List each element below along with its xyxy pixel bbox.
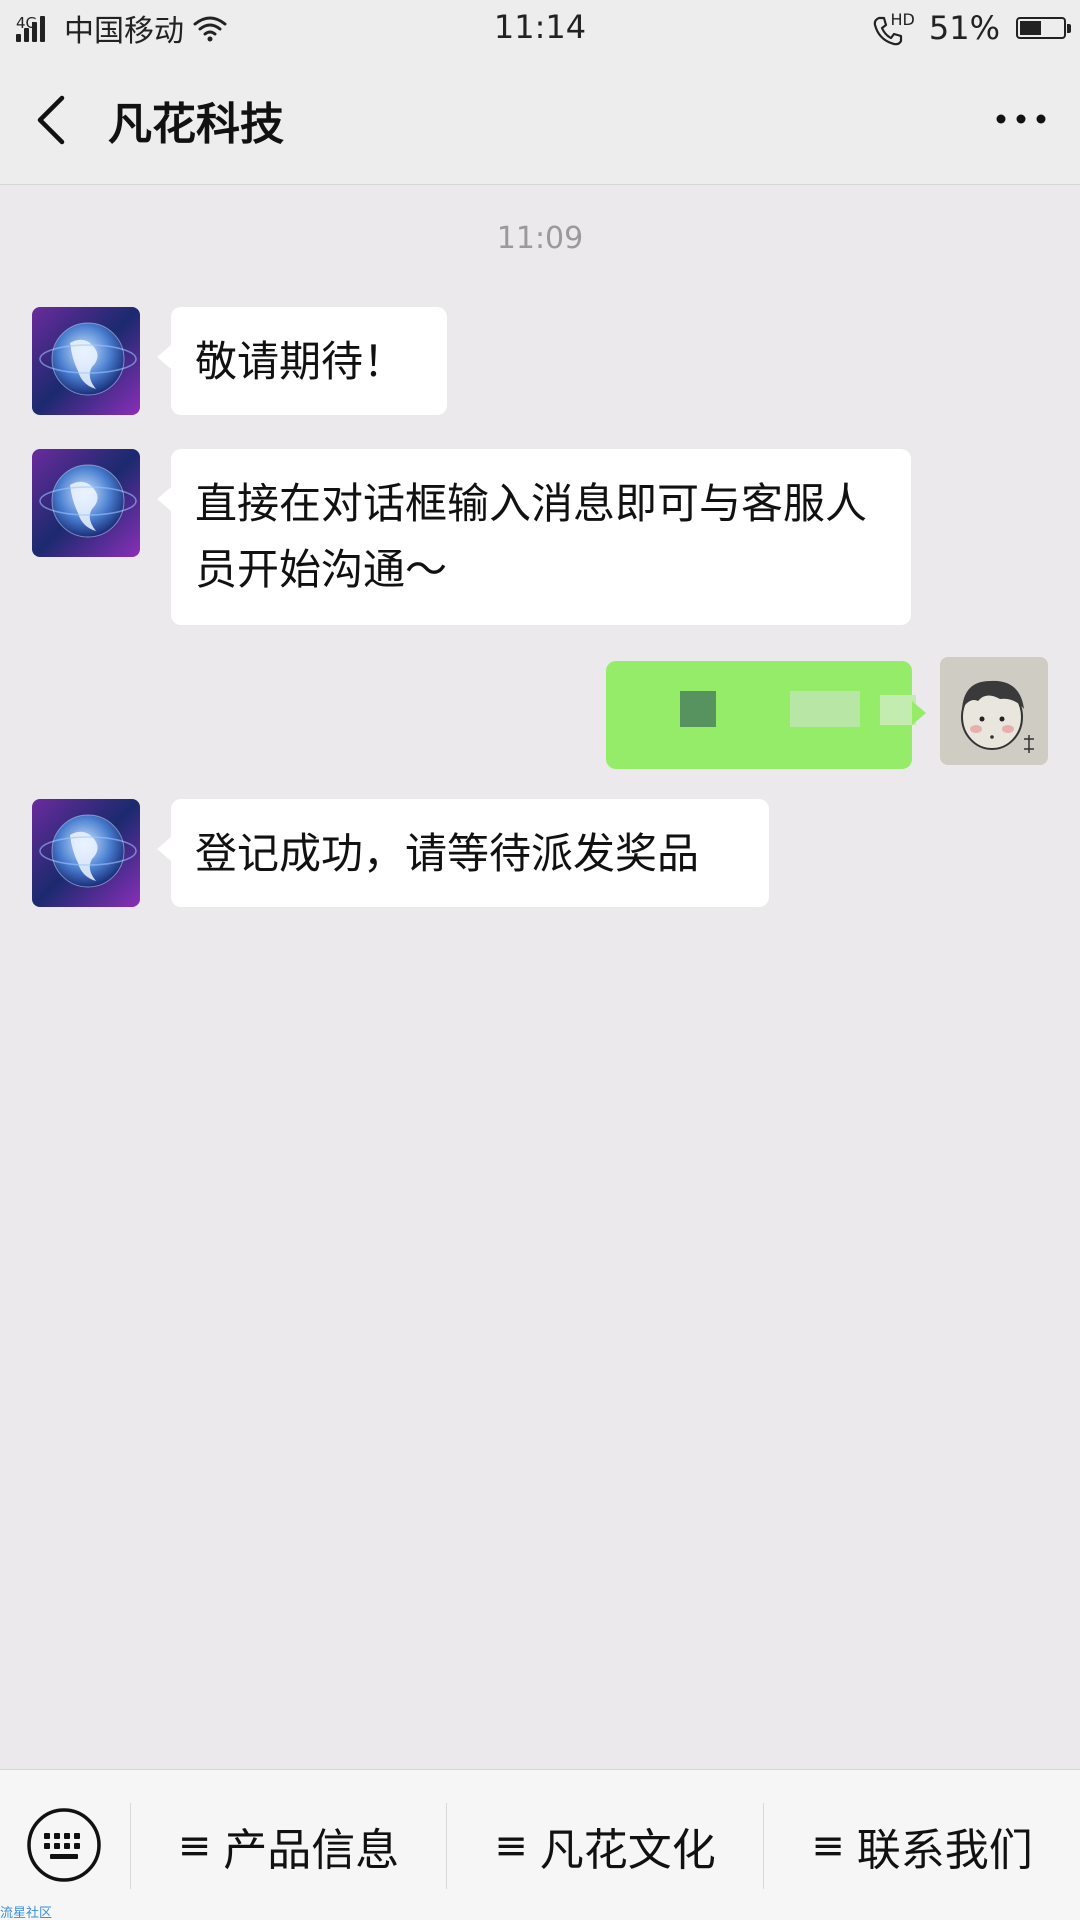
message-timestamp: 11:09: [496, 221, 584, 256]
message-bubble-incoming[interactable]: 登记成功，请等待派发奖品: [157, 799, 769, 907]
watermark: 流星社区: [0, 1906, 53, 1920]
official-account-menu: ≡ 产品信息 ≡ 凡花文化 ≡ 联系我们 流星社区: [0, 1769, 1080, 1920]
more-options-button[interactable]: [986, 94, 1056, 144]
message-bubble-incoming[interactable]: 直接在对话框输入消息即可与客服人员开始沟通～: [157, 449, 911, 625]
sender-avatar[interactable]: [32, 307, 140, 415]
menu-item-label: 产品信息: [223, 1824, 400, 1876]
back-button[interactable]: [26, 88, 86, 152]
status-right: HD 51%: [871, 6, 1071, 50]
menu-list-icon: ≡: [811, 1822, 845, 1869]
chat-title: 凡花科技: [108, 99, 284, 150]
keyboard-toggle-button[interactable]: [26, 1807, 102, 1883]
chat-header: 凡花科技: [0, 58, 1080, 185]
menu-list-icon: ≡: [177, 1822, 212, 1869]
message-list[interactable]: 11:09 敬请期待！ 直接在对话框输入消息即可与客服人员开始沟通～ 登记成功，…: [0, 185, 1080, 1769]
message-bubble-incoming[interactable]: 敬请期待！: [157, 307, 447, 415]
menu-item-label: 凡花文化: [539, 1824, 716, 1876]
hd-label: HD: [890, 10, 915, 29]
hd-call-icon: HD: [871, 10, 915, 46]
globe-avatar-icon: [32, 307, 140, 415]
redaction-block: [880, 695, 916, 725]
menu-item-label: 联系我们: [856, 1824, 1033, 1876]
wechat-chat-screen: 4G 中国移动 11:14 HD 51% 凡花科技 11:09 敬请期待！ 直接…: [0, 0, 1080, 1920]
menu-item-contact-us[interactable]: ≡ 联系我们: [764, 1770, 1080, 1920]
battery-icon: [1016, 17, 1071, 39]
status-bar: 4G 中国移动 11:14 HD 51%: [0, 0, 1080, 58]
menu-item-culture[interactable]: ≡ 凡花文化: [447, 1770, 763, 1920]
menu-item-product-info[interactable]: ≡ 产品信息: [131, 1770, 446, 1920]
redaction-block: [680, 691, 716, 727]
message-text: 敬请期待！: [195, 337, 406, 386]
message-text: 直接在对话框输入消息即可与客服人员开始沟通～: [195, 479, 868, 594]
menu-list-icon: ≡: [494, 1822, 528, 1869]
redaction-block: [790, 691, 860, 727]
cartoon-face-avatar-icon: [940, 657, 1048, 765]
my-avatar[interactable]: [940, 657, 1048, 765]
globe-avatar-icon: [32, 449, 140, 557]
message-bubble-outgoing[interactable]: [606, 661, 926, 769]
globe-avatar-icon: [32, 799, 140, 907]
battery-percent: 51%: [928, 9, 1000, 47]
sender-avatar[interactable]: [32, 799, 140, 907]
message-text: 登记成功，请等待派发奖品: [195, 829, 700, 878]
sender-avatar[interactable]: [32, 449, 140, 557]
battery-level-fill: [1020, 21, 1042, 35]
